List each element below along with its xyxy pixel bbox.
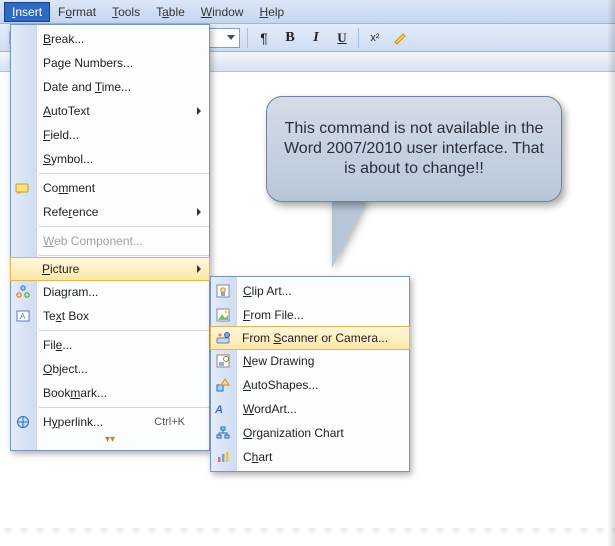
menu-item-picture[interactable]: Picture [10, 257, 210, 281]
menu-item-label: Text Box [43, 309, 89, 323]
svg-text:A: A [215, 404, 224, 416]
menu-item-label: Date and Time... [43, 80, 131, 94]
chevron-down-icon [227, 35, 235, 40]
show-nonprinting-button[interactable]: ¶ [252, 27, 276, 49]
wordart-icon: A [215, 401, 231, 417]
menu-separator [39, 255, 209, 256]
menu-item-web-component: Web Component... [11, 229, 209, 253]
highlight-icon [393, 30, 409, 46]
menu-separator [39, 330, 209, 331]
menu-item-break[interactable]: Break... [11, 27, 209, 51]
toolbar-button-generic-2[interactable] [389, 27, 413, 49]
menu-window[interactable]: Window [193, 2, 252, 22]
menu-item-label: Symbol... [43, 152, 93, 166]
menu-item-label: Reference [43, 205, 98, 219]
underline-icon: U [337, 30, 346, 46]
menu-item-autotext[interactable]: AutoText [11, 99, 209, 123]
menu-format[interactable]: Format [50, 2, 104, 22]
menu-insert[interactable]: Insert [4, 2, 50, 22]
menu-item-comment[interactable]: Comment [11, 176, 209, 200]
underline-button[interactable]: U [330, 27, 354, 49]
bold-icon: B [285, 30, 294, 46]
superscript-button[interactable]: x² [363, 27, 387, 49]
menu-item-label: From File... [243, 308, 304, 322]
menu-item-new-drawing[interactable]: New Drawing [211, 349, 409, 373]
insert-menu-dropdown: Break... Page Numbers... Date and Time... A… [10, 24, 210, 451]
menu-separator [39, 407, 209, 408]
menu-table[interactable]: Table [148, 2, 193, 22]
menu-item-label: From Scanner or Camera... [242, 331, 388, 345]
menubar: Insert Format Tools Table Window Help [0, 0, 615, 24]
fromfile-icon [215, 307, 231, 323]
italic-button[interactable]: I [304, 27, 328, 49]
menu-item-label: File... [43, 338, 72, 352]
menu-item-label: AutoText [43, 104, 90, 118]
scanner-icon [215, 330, 231, 346]
picture-submenu-dropdown: Clip Art... From File... From Scanner or C… [210, 276, 410, 472]
menu-separator [39, 226, 209, 227]
menu-item-label: Break... [43, 32, 84, 46]
svg-text:A: A [20, 312, 26, 321]
menu-item-label: Field... [43, 128, 79, 142]
menu-item-bookmark[interactable]: Bookmark... [11, 381, 209, 405]
clipart-icon [215, 283, 231, 299]
submenu-arrow-icon [197, 208, 201, 216]
hyperlink-icon [15, 414, 31, 430]
menu-item-clip-art[interactable]: Clip Art... [211, 279, 409, 303]
menu-item-wordart[interactable]: A WordArt... [211, 397, 409, 421]
menu-separator [39, 173, 209, 174]
annotation-callout: This command is not available in the Wor… [266, 96, 562, 202]
menu-item-organization-chart[interactable]: Organization Chart [211, 421, 409, 445]
callout-tail [332, 198, 368, 268]
bold-button[interactable]: B [278, 27, 302, 49]
menu-item-symbol[interactable]: Symbol... [11, 147, 209, 171]
menu-item-field[interactable]: Field... [11, 123, 209, 147]
menu-help[interactable]: Help [251, 2, 292, 22]
textbox-icon: A [15, 308, 31, 324]
pilcrow-icon: ¶ [260, 30, 268, 46]
menu-item-page-numbers[interactable]: Page Numbers... [11, 51, 209, 75]
autoshapes-icon [215, 377, 231, 393]
submenu-arrow-icon [197, 265, 201, 273]
menu-item-date-and-time[interactable]: Date and Time... [11, 75, 209, 99]
menu-item-label: Object... [43, 362, 88, 376]
drawing-icon [215, 353, 231, 369]
italic-icon: I [313, 30, 318, 46]
menu-item-label: Picture [42, 262, 79, 276]
menu-item-label: Page Numbers... [43, 56, 133, 70]
menu-item-label: Clip Art... [243, 284, 292, 298]
menu-item-label: Hyperlink... [43, 415, 103, 429]
menu-item-autoshapes[interactable]: AutoShapes... [211, 373, 409, 397]
menu-item-label: New Drawing [243, 354, 314, 368]
menu-item-label: AutoShapes... [243, 378, 318, 392]
submenu-arrow-icon [197, 107, 201, 115]
superscript-icon: x² [370, 32, 379, 44]
menu-item-text-box[interactable]: A Text Box [11, 304, 209, 328]
menu-item-reference[interactable]: Reference [11, 200, 209, 224]
menu-item-from-file[interactable]: From File... [211, 303, 409, 327]
menu-item-shortcut: Ctrl+K [154, 416, 185, 428]
menu-tools[interactable]: Tools [104, 2, 148, 22]
callout-text: This command is not available in the Wor… [281, 119, 547, 179]
chart-icon [215, 449, 231, 465]
menu-item-diagram[interactable]: Diagram... [11, 280, 209, 304]
menu-expand-chevrons-icon[interactable]: ▾▾ [11, 434, 209, 448]
menu-item-label: Diagram... [43, 285, 98, 299]
comment-icon [15, 180, 31, 196]
menu-item-object[interactable]: Object... [11, 357, 209, 381]
menu-item-hyperlink[interactable]: Hyperlink... Ctrl+K [11, 410, 209, 434]
menu-item-label: Organization Chart [243, 426, 344, 440]
menu-item-label: WordArt... [243, 402, 297, 416]
menu-item-file[interactable]: File... [11, 333, 209, 357]
orgchart-icon [215, 425, 231, 441]
menu-item-from-scanner-or-camera[interactable]: From Scanner or Camera... [210, 326, 410, 350]
menu-item-label: Comment [43, 181, 95, 195]
diagram-icon [15, 284, 31, 300]
menu-item-label: Bookmark... [43, 386, 107, 400]
menu-item-label: Chart [243, 450, 272, 464]
toolbar-separator [247, 28, 248, 48]
menu-item-label: Web Component... [43, 234, 143, 248]
toolbar-separator [358, 28, 359, 48]
menu-item-chart[interactable]: Chart [211, 445, 409, 469]
